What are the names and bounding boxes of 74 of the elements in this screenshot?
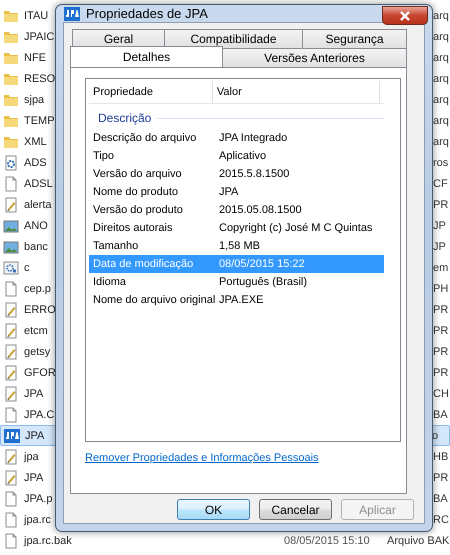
file-date: 08/05/2015 15:10 (284, 534, 370, 546)
file-name: TEMP (24, 114, 55, 126)
file-type: arq (433, 52, 450, 64)
file-type: PR (433, 472, 450, 484)
property-name: Versão do produto (92, 204, 184, 216)
file-name: XML (24, 136, 47, 148)
file-name: c (24, 262, 30, 274)
window-title: Propriedades de JPA (86, 6, 208, 21)
property-name: Tamanho (92, 240, 140, 252)
file-name: JPAIC (24, 30, 54, 42)
property-name: Versão do arquivo (92, 168, 183, 180)
file-type: PR (433, 304, 450, 316)
property-value: 08/05/2015 15:22 (218, 258, 305, 270)
property-value: 2015.05.08.1500 (218, 204, 302, 216)
file-name: cep.p (24, 282, 51, 294)
file-name: sjpa (24, 94, 44, 106)
file-name: JPA.p (24, 492, 53, 504)
file-type: arq (433, 114, 450, 126)
property-name: Data de modificação (92, 258, 194, 270)
file-name: banc (24, 240, 48, 252)
file-name: ADSL (24, 178, 53, 190)
file-type: RC (433, 514, 450, 526)
file-name: alerta (24, 198, 52, 210)
file-type: BA (433, 492, 449, 504)
file-type: arq (433, 30, 450, 42)
property-value: 2015.5.8.1500 (218, 168, 290, 180)
property-name: Nome do produto (92, 186, 179, 198)
file-name: JPA.C (24, 408, 54, 420)
group-header: Descrição (98, 111, 152, 125)
property-value: Copyright (c) José M C Quintas (218, 222, 372, 234)
file-type: JP (433, 220, 447, 232)
file-name: getsy (24, 346, 50, 358)
property-value: JPA Integrado (218, 132, 288, 144)
file-name: JPA (25, 430, 44, 442)
file-type: arq (433, 94, 450, 106)
file-name: ITAU (24, 10, 48, 22)
property-value: JPA.EXE (218, 294, 264, 306)
file-name: JPA (24, 388, 44, 400)
property-name: Nome do arquivo original (92, 294, 215, 306)
file-type: arq (433, 136, 450, 148)
file-type: arq (433, 72, 450, 84)
property-name: Direitos autorais (92, 222, 174, 234)
file-type: CH (433, 388, 450, 400)
file-name: NFE (24, 52, 46, 64)
property-name: Tipo (92, 150, 115, 162)
file-type: PR (433, 346, 450, 358)
file-type: arq (433, 10, 450, 22)
file-name: ADS (24, 156, 47, 168)
file-type: CF (433, 178, 449, 190)
property-name: Idioma (92, 276, 128, 288)
property-value: JPA (218, 186, 238, 198)
file-name: jpa.rc.bak (24, 534, 72, 546)
file-name: etcm (24, 324, 48, 336)
file-name: jpa.rc (24, 514, 51, 526)
file-name: GFOR (24, 366, 56, 378)
file-name: RESO (24, 72, 56, 84)
file-type: PR (433, 324, 450, 336)
file-type: BA (433, 408, 449, 420)
property-value: Aplicativo (218, 150, 266, 162)
file-type: ros (433, 156, 450, 168)
property-name: Descrição do arquivo (92, 132, 198, 144)
file-name: JPA (24, 472, 44, 484)
file-type: Arquivo BAK (387, 534, 450, 546)
file-type: JP (433, 240, 447, 252)
file-name: ANO (24, 220, 48, 232)
file-type: PR (433, 198, 450, 210)
property-value: 1,58 MB (218, 240, 260, 252)
file-type: HB (433, 450, 450, 462)
property-value: Português (Brasil) (218, 276, 308, 288)
file-type: PH (433, 282, 450, 294)
file-name: ERRO (24, 304, 56, 316)
file-type: em (433, 262, 450, 274)
file-name: jpa (24, 450, 39, 462)
file-type: PR (433, 366, 450, 378)
